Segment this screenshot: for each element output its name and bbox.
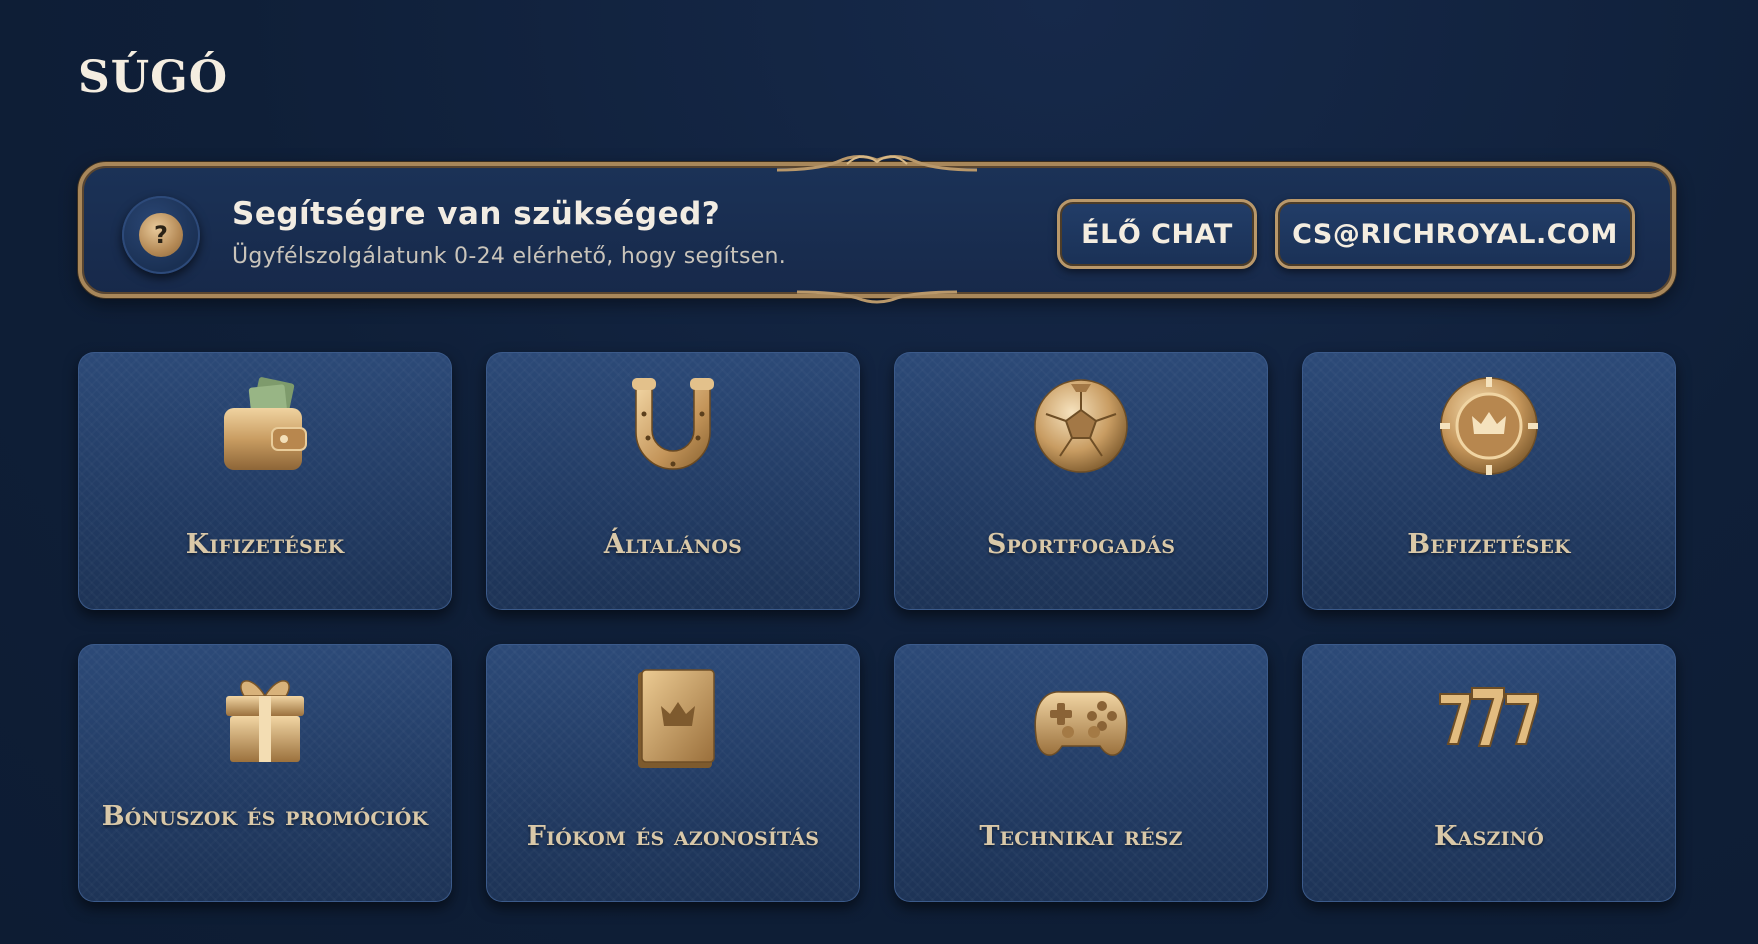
live-chat-button[interactable]: ÉLŐ CHAT xyxy=(1057,199,1257,269)
help-title: Segítségre van szükséged? xyxy=(232,196,721,232)
help-subtitle: Ügyfélszolgálatunk 0-24 elérhető, hogy s… xyxy=(232,244,787,269)
help-icon: ? xyxy=(122,196,200,274)
category-label: Technikai rész xyxy=(979,821,1183,852)
page-title: SÚGÓ xyxy=(78,52,229,103)
category-card-technical[interactable]: Technikai rész xyxy=(894,644,1268,902)
category-card-deposits[interactable]: Befizetések xyxy=(1302,352,1676,610)
email-button[interactable]: CS@RICHROYAL.COM xyxy=(1275,199,1635,269)
ornament-top xyxy=(777,155,977,172)
question-icon: ? xyxy=(139,213,183,257)
category-label: Kifizetések xyxy=(185,529,345,560)
horseshoe-icon xyxy=(632,378,714,470)
category-grid: Kifizetések Általános Sportfogadás Befiz… xyxy=(78,352,1676,902)
category-card-account[interactable]: Fiókom és azonosítás xyxy=(486,644,860,902)
category-label: Fiókom és azonosítás xyxy=(526,821,820,852)
category-label: Általános xyxy=(603,529,743,560)
category-label: Kaszinó xyxy=(1433,821,1544,852)
category-label: Bónuszok és promóciók xyxy=(101,801,429,832)
category-card-general[interactable]: Általános xyxy=(486,352,860,610)
book-icon xyxy=(638,669,715,768)
gift-icon xyxy=(226,680,304,762)
ornament-bottom xyxy=(797,290,957,304)
category-card-withdrawals[interactable]: Kifizetések xyxy=(78,352,452,610)
chip-icon xyxy=(1440,377,1538,475)
help-banner: ? Segítségre van szükséged? Ügyfélszolgá… xyxy=(78,155,1676,304)
category-label: Befizetések xyxy=(1407,529,1571,560)
wallet-icon xyxy=(224,377,307,470)
category-card-bonuses[interactable]: Bónuszok és promóciók xyxy=(78,644,452,902)
category-label: Sportfogadás xyxy=(986,529,1176,560)
category-card-sports-betting[interactable]: Sportfogadás xyxy=(894,352,1268,610)
soccer-ball-icon xyxy=(1034,379,1128,473)
gamepad-icon xyxy=(1034,691,1128,756)
category-card-casino[interactable]: Kaszinó xyxy=(1302,644,1676,902)
slot-777-icon xyxy=(1439,687,1539,747)
